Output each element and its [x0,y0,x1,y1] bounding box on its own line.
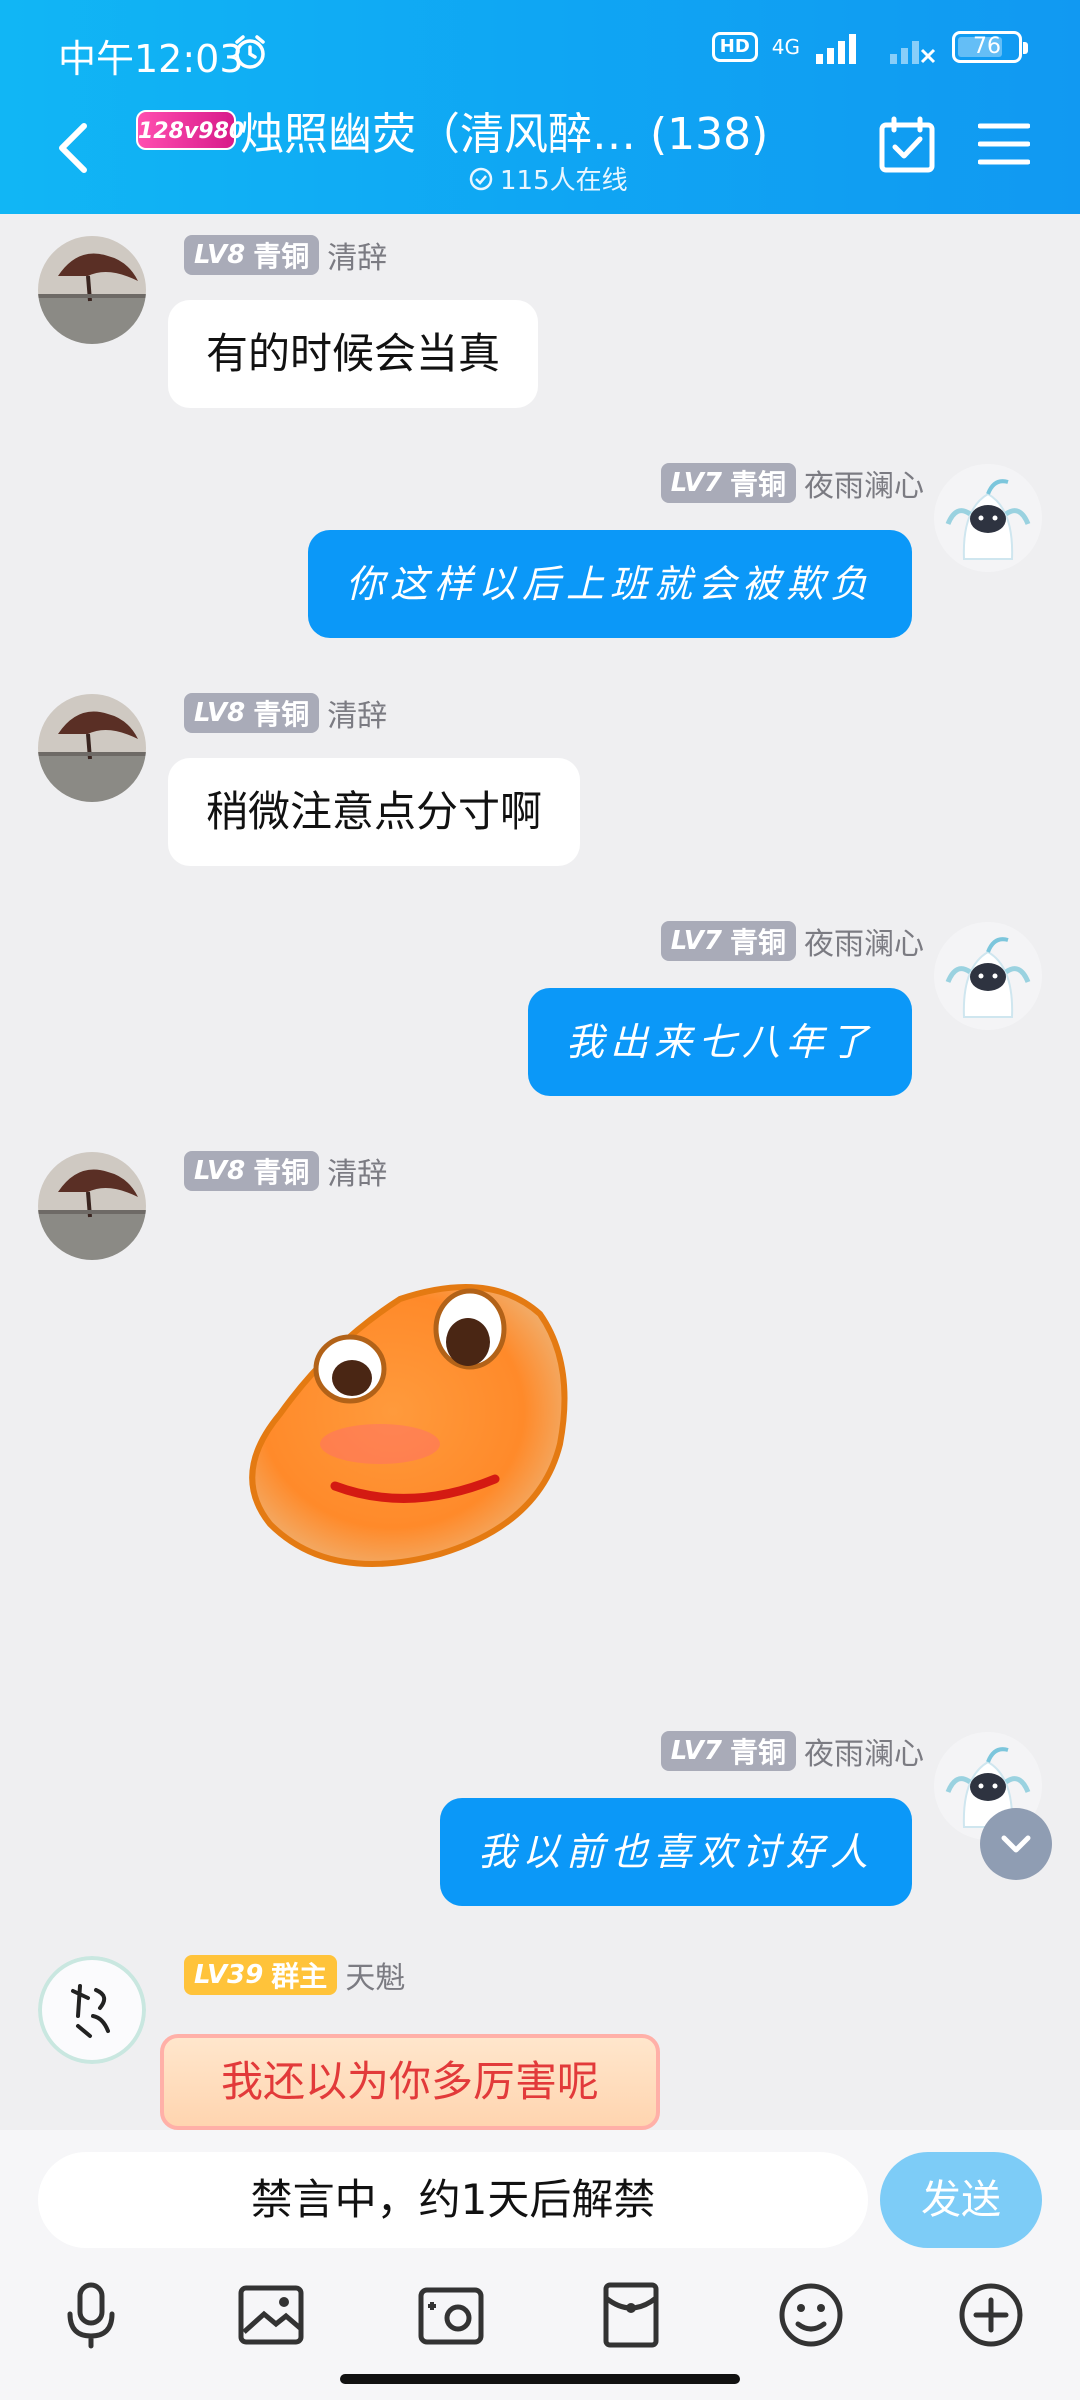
message-sender: LV39 群主 天魁 [184,1954,405,1996]
level-badge: LV8 青铜 [184,1151,320,1191]
status-time: 中午12:03 [58,37,244,81]
camera-icon[interactable] [416,2280,486,2350]
calendar-checkin-icon[interactable] [878,116,936,174]
battery-icon: 76 [952,31,1028,63]
group-avatar-badge: 128v980 [136,110,244,150]
online-count-text: 115人在线 [500,166,628,196]
level-badge: LV8 青铜 [184,693,320,733]
message-bubble[interactable]: 你这样以后上班就会被欺负 [307,530,912,638]
scroll-to-bottom-button[interactable] [980,1808,1052,1880]
message-sender: LV7 青铜 夜雨澜心 [660,1729,924,1773]
sender-nickname[interactable]: 清辞 [327,691,387,735]
menu-icon[interactable] [978,120,1030,168]
lake-tree-avatar-icon [38,236,146,344]
lake-tree-avatar-icon [38,1152,146,1260]
message-input[interactable]: 禁言中，约1天后解禁 [38,2152,868,2248]
send-button[interactable]: 发送 [880,2152,1042,2248]
level-badge: LV7 青铜 [660,921,796,961]
message-bubble[interactable]: 我还以为你多厉害呢 [160,2034,660,2130]
chat-area[interactable]: LV8 青铜 清辞 有的时候会当真 LV7 青铜 夜雨澜心 你这样以后上班就会被欺负… [0,214,1080,2130]
message-bubble[interactable]: 我出来七八年了 [527,988,912,1096]
red-packet-icon[interactable] [596,2280,666,2350]
home-indicator[interactable] [340,2374,740,2384]
sender-nickname[interactable]: 夜雨澜心 [804,461,924,505]
alarm-icon [235,35,265,69]
sender-nickname[interactable]: 天魁 [345,1953,405,1997]
message-bubble[interactable]: 我以前也喜欢讨好人 [439,1798,912,1906]
chat-header: 中午12:03 HD 4G 76 128v980 烛照幽荧（清风醉… (138)… [0,0,1080,214]
message-sender: LV7 青铜 夜雨澜心 [660,461,924,505]
blob-sticker-icon[interactable] [240,1274,580,1594]
message-sender: LV8 青铜 清辞 [184,1150,387,1192]
avatar[interactable] [38,694,146,802]
page-title[interactable]: 烛照幽荧（清风醉… (138) [240,98,768,162]
hd-badge: HD [711,32,758,62]
level-badge: LV8 青铜 [184,235,320,275]
input-area: 禁言中，约1天后解禁 发送 [0,2130,1080,2400]
message-sender: LV8 青铜 清辞 [184,692,387,734]
message-bubble[interactable]: 稍微注意点分寸啊 [168,758,581,866]
avatar[interactable] [934,922,1042,1030]
calligraphy-avatar-icon [38,1956,146,2064]
signal-icon [816,34,856,64]
status-bar: 中午12:03 HD 4G 76 [0,0,1080,100]
plus-icon[interactable] [956,2280,1026,2350]
input-toolbar [0,2280,1080,2370]
sender-nickname[interactable]: 夜雨澜心 [804,1729,924,1773]
image-icon[interactable] [236,2280,306,2350]
online-icon [469,167,493,190]
ghost-avatar-icon [934,922,1042,1030]
emoji-icon[interactable] [776,2280,846,2350]
lake-tree-avatar-icon [38,694,146,802]
network-type: 4G [771,35,800,59]
sender-nickname[interactable]: 清辞 [327,233,387,277]
chevron-down-icon [1001,1835,1031,1853]
avatar[interactable] [38,236,146,344]
online-count: 115人在线 [468,160,628,197]
avatar[interactable] [38,1152,146,1260]
level-badge: LV39 群主 [184,1955,338,1995]
sender-nickname[interactable]: 夜雨澜心 [804,919,924,963]
message-bubble[interactable]: 有的时候会当真 [168,300,539,408]
back-button[interactable] [50,118,100,178]
sender-nickname[interactable]: 清辞 [327,1149,387,1193]
ghost-avatar-icon [934,464,1042,572]
battery-level: 76 [973,34,1001,59]
level-badge: LV7 青铜 [660,463,796,503]
message-sender: LV8 青铜 清辞 [184,234,387,276]
message-sender: LV7 青铜 夜雨澜心 [660,919,924,963]
avatar[interactable] [38,1956,146,2064]
microphone-icon[interactable] [56,2280,126,2350]
signal-2-icon [890,41,936,64]
level-badge: LV7 青铜 [660,1731,796,1771]
avatar[interactable] [934,464,1042,572]
